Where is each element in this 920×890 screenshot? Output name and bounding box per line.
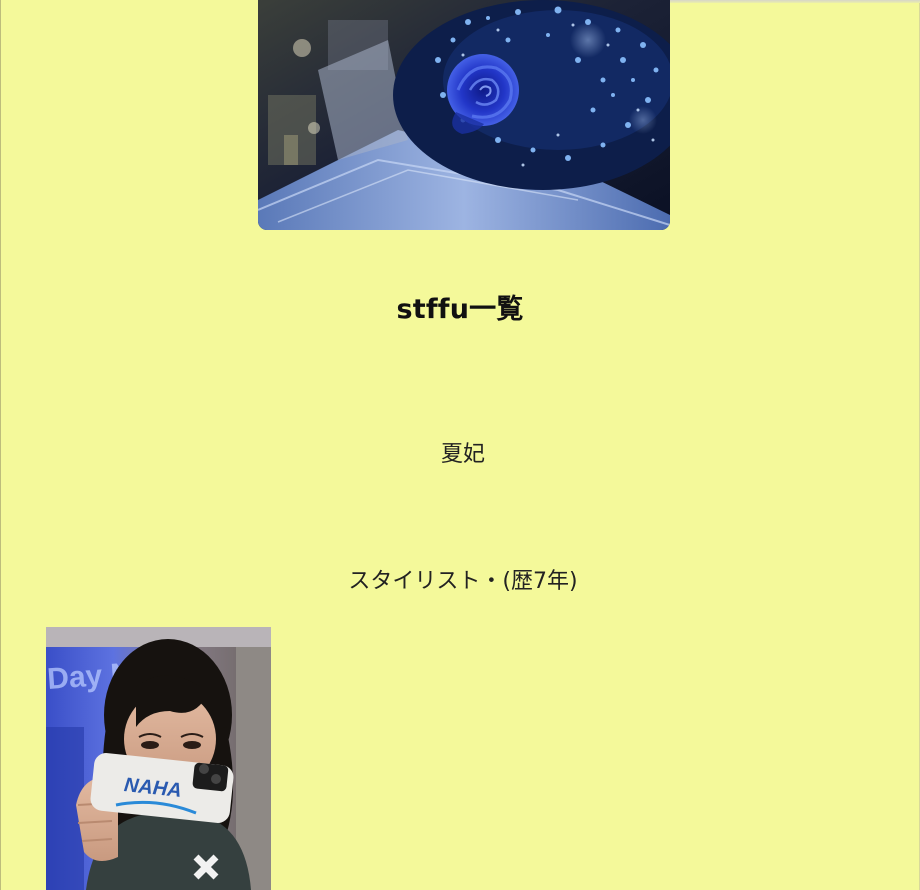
hero-image <box>258 0 670 230</box>
staff-role: スタイリスト・(歴7年) <box>348 569 578 594</box>
staff-name: 夏妃 <box>440 442 485 467</box>
staff-list-title: stffu一覧 <box>396 294 524 325</box>
staff-photo: Day Night NAHA <box>46 627 271 890</box>
page-top-edge <box>670 0 920 3</box>
